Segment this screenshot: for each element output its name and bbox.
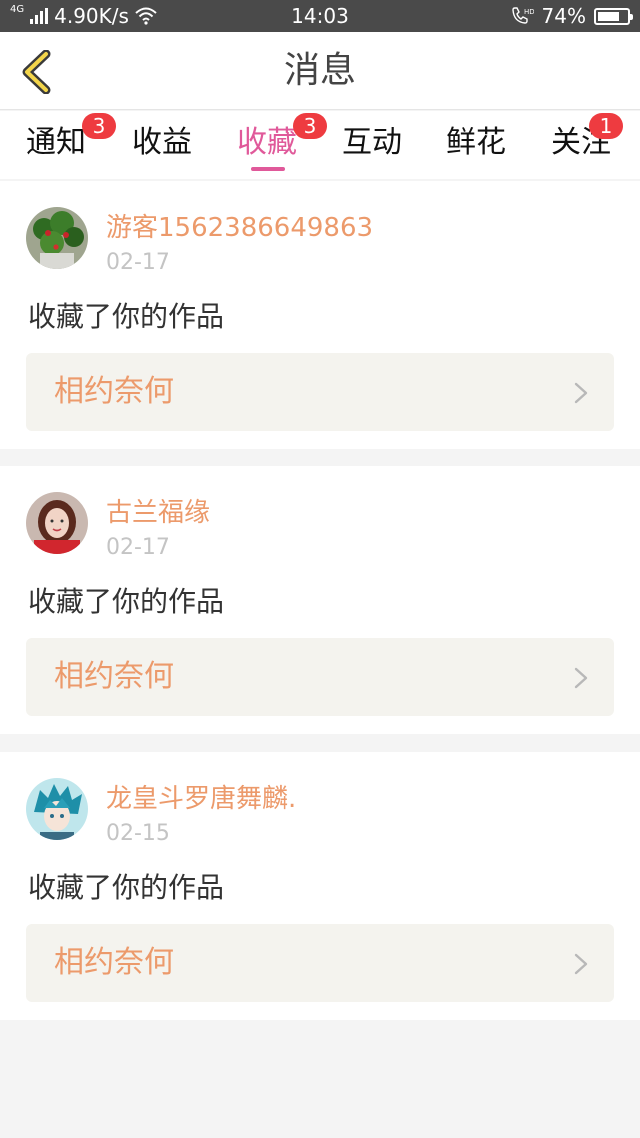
status-bar: 4G 4.90K/s 14:03 HD 74%	[0, 0, 640, 32]
hd-label: HD	[524, 8, 534, 16]
tab-label: 互动	[342, 125, 402, 160]
page-title: 消息	[283, 50, 356, 91]
tab-earnings[interactable]: 收益	[132, 123, 192, 163]
tab-favorites[interactable]: 收藏 3	[237, 113, 327, 163]
tab-following[interactable]: 关注 1	[551, 113, 623, 163]
anime-avatar-image	[26, 778, 88, 840]
username-link[interactable]: 游客1562386649863	[106, 211, 373, 245]
tab-notifications[interactable]: 通知 3	[26, 113, 116, 163]
tab-label: 通知	[26, 125, 86, 160]
message-card: 游客1562386649863 02-17 收藏了你的作品 相约奈何	[0, 181, 640, 449]
avatar[interactable]	[26, 778, 88, 840]
message-text: 收藏了你的作品	[28, 585, 225, 618]
chevron-right-icon	[574, 667, 588, 689]
message-date: 02-17	[106, 250, 170, 275]
message-text: 收藏了你的作品	[28, 300, 225, 333]
battery-fill	[598, 11, 619, 21]
battery-percent: 74%	[541, 4, 586, 28]
unread-badge: 3	[82, 113, 116, 139]
username-link[interactable]: 龙皇斗罗唐舞麟.	[106, 782, 296, 816]
battery-icon	[594, 7, 633, 25]
active-tab-indicator	[251, 167, 285, 171]
work-title: 相约奈何	[54, 945, 174, 980]
portrait-avatar-image	[26, 492, 88, 554]
work-title: 相约奈何	[54, 374, 174, 409]
tab-label: 鲜花	[446, 125, 506, 160]
message-card: 古兰福缘 02-17 收藏了你的作品 相约奈何	[0, 466, 640, 734]
chevron-right-icon	[574, 382, 588, 404]
tab-interactions[interactable]: 互动	[342, 123, 402, 163]
plant-avatar-image	[26, 207, 88, 269]
phone-hd-icon: HD	[511, 7, 534, 24]
avatar[interactable]	[26, 207, 88, 269]
header: 消息	[0, 32, 640, 110]
tab-label: 收藏	[237, 125, 297, 160]
chevron-right-icon	[574, 953, 588, 975]
work-title: 相约奈何	[54, 659, 174, 694]
username-link[interactable]: 古兰福缘	[106, 496, 210, 530]
work-link[interactable]: 相约奈何	[26, 924, 614, 1002]
tab-bar: 通知 3 收益 收藏 3 互动 鲜花 关注 1	[0, 111, 640, 179]
unread-badge: 1	[589, 113, 623, 139]
unread-badge: 3	[293, 113, 327, 139]
tab-label: 收益	[132, 125, 192, 160]
work-link[interactable]: 相约奈何	[26, 353, 614, 431]
message-date: 02-15	[106, 821, 170, 846]
work-link[interactable]: 相约奈何	[26, 638, 614, 716]
avatar[interactable]	[26, 492, 88, 554]
message-text: 收藏了你的作品	[28, 871, 225, 904]
status-right: HD 74%	[510, 4, 633, 28]
tab-flowers[interactable]: 鲜花	[446, 123, 506, 163]
message-card: 龙皇斗罗唐舞麟. 02-15 收藏了你的作品 相约奈何	[0, 752, 640, 1020]
message-date: 02-17	[106, 535, 170, 560]
